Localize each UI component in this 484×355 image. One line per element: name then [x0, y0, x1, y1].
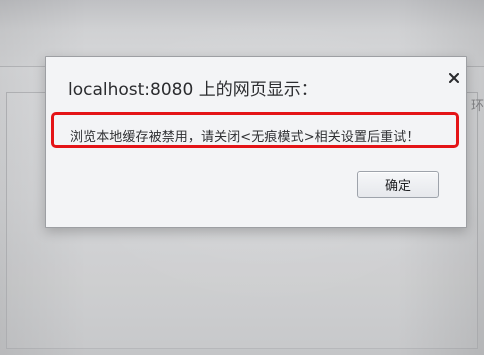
dialog-message: 浏览本地缓存被禁用，请关闭<无痕模式>相关设置后重试！ [70, 130, 420, 145]
alert-dialog: localhost:8080 上的网页显示： 浏览本地缓存被禁用，请关闭<无痕模… [45, 56, 467, 228]
ok-button[interactable]: 确定 [357, 171, 439, 198]
close-icon [449, 73, 459, 83]
dialog-title: localhost:8080 上的网页显示： [68, 80, 318, 100]
close-button[interactable] [444, 68, 464, 88]
background-partial-text: 环 [471, 99, 484, 114]
